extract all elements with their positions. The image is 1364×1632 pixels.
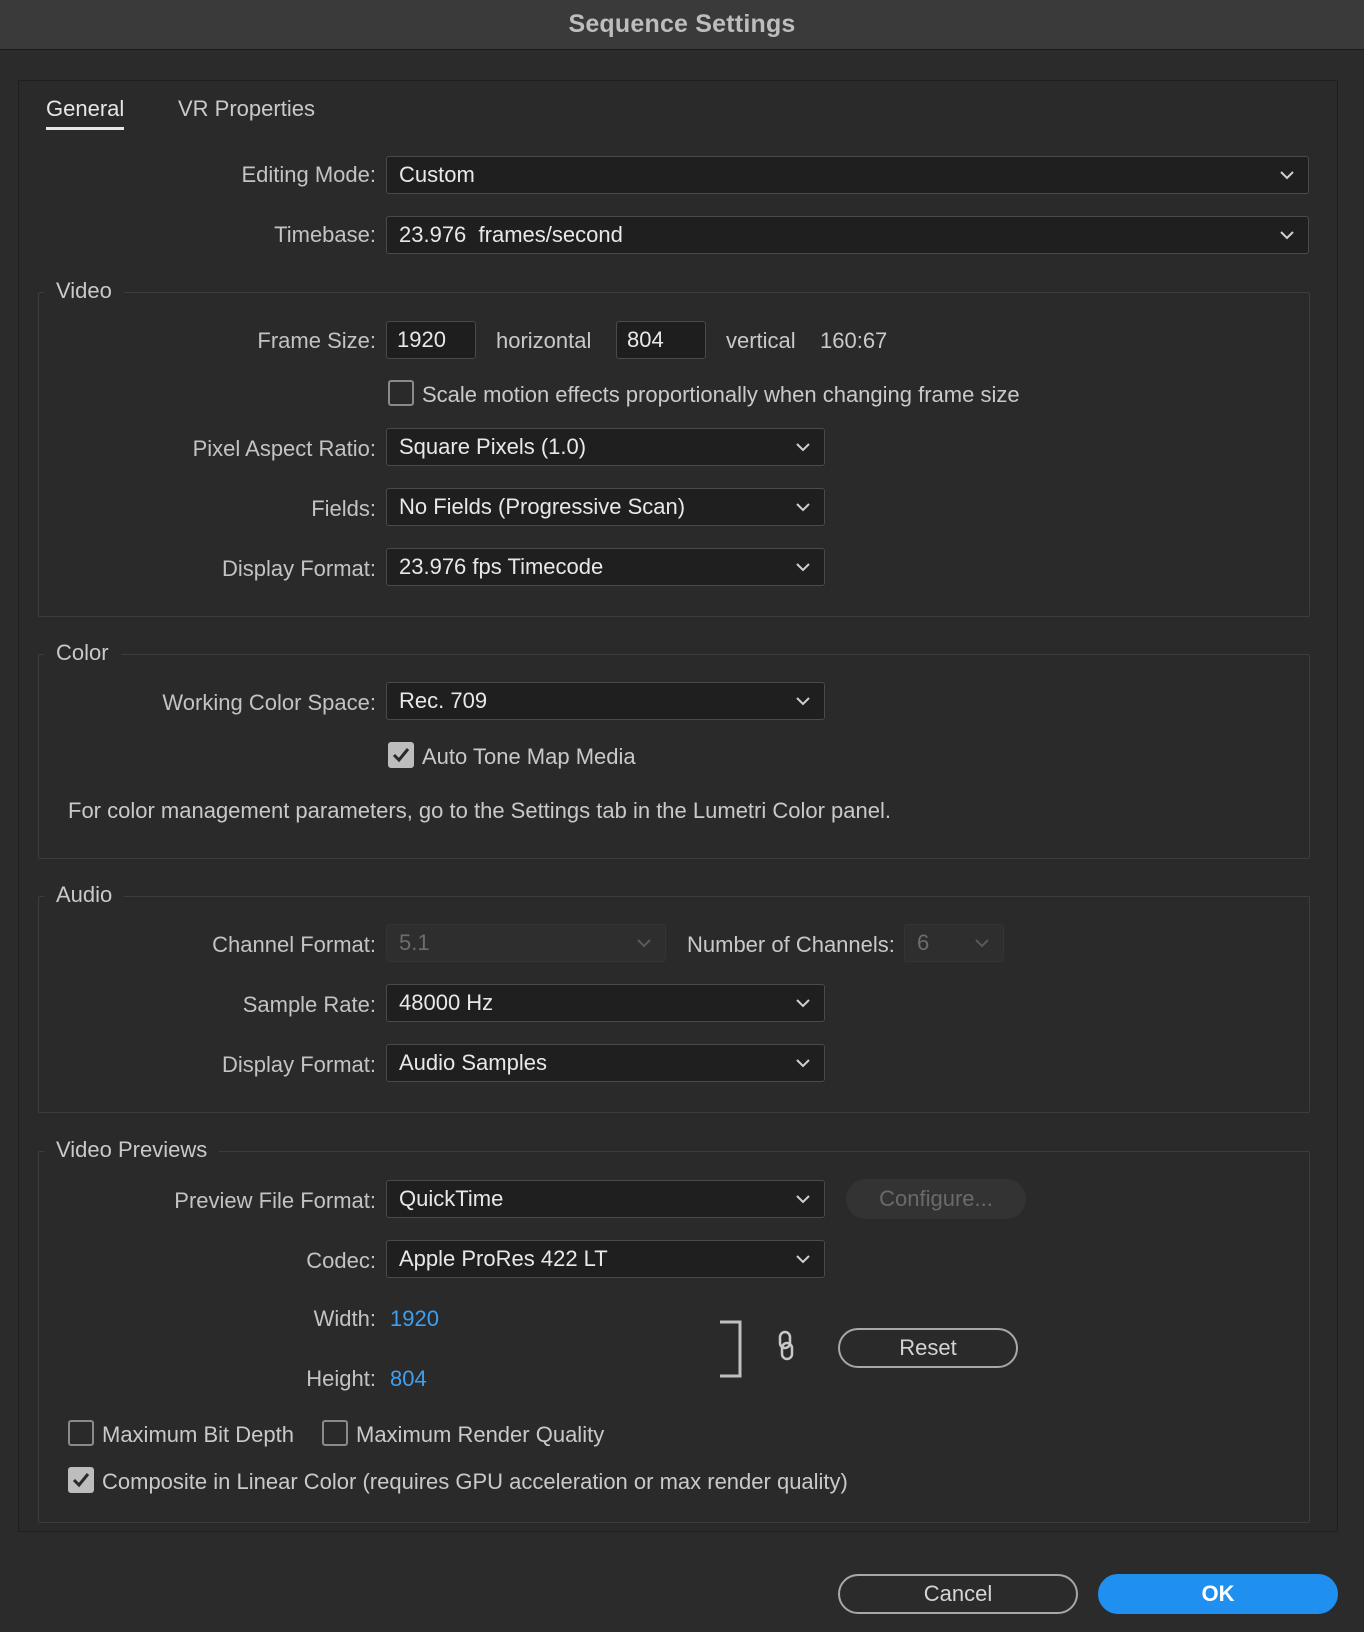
scale-motion-checkbox[interactable] [388,380,414,406]
pixel-aspect-value: Square Pixels (1.0) [399,434,587,459]
codec-value: Apple ProRes 422 LT [399,1246,608,1271]
chevron-down-icon [796,1059,810,1068]
codec-label: Codec: [306,1248,376,1273]
preview-file-format-dropdown[interactable]: QuickTime [386,1180,825,1218]
fields-label: Fields: [311,496,376,521]
horizontal-label: horizontal [496,328,592,353]
audio-display-format-dropdown[interactable]: Audio Samples [386,1044,825,1082]
editing-mode-label: Editing Mode: [241,162,376,187]
fields-value: No Fields (Progressive Scan) [399,494,686,519]
chevron-down-icon [637,939,651,948]
timebase-value: 23.976 frames/second [399,222,623,247]
title-bar: Sequence Settings [0,0,1364,50]
timebase-label: Timebase: [274,222,376,247]
aspect-ratio-text: 160:67 [820,328,888,353]
frame-width-input[interactable]: 1920 [386,321,476,359]
auto-tone-map-checkbox[interactable] [388,742,414,768]
frame-size-label: Frame Size: [257,328,376,353]
width-label: Width: [313,1306,376,1331]
fields-dropdown[interactable]: No Fields (Progressive Scan) [386,488,825,526]
max-bit-depth-label: Maximum Bit Depth [102,1422,294,1447]
height-label: Height: [306,1366,376,1391]
preview-width-value[interactable]: 1920 [390,1306,439,1332]
channel-format-dropdown: 5.1 [386,924,666,962]
editing-mode-dropdown[interactable]: Custom [386,156,1309,194]
checkmark-icon [392,748,410,763]
preview-height-value[interactable]: 804 [390,1366,427,1392]
chevron-down-icon [1280,171,1294,180]
window-title: Sequence Settings [568,10,796,38]
chevron-down-icon [796,697,810,706]
video-previews-group-title: Video Previews [44,1137,220,1163]
chevron-down-icon [796,563,810,572]
tab-general[interactable]: General [46,96,124,122]
chevron-down-icon [796,1195,810,1204]
num-channels-label: Number of Channels: [687,932,895,957]
video-display-format-dropdown[interactable]: 23.976 fps Timecode [386,548,825,586]
pixel-aspect-label: Pixel Aspect Ratio: [192,436,376,461]
vertical-label: vertical [726,328,796,353]
sample-rate-label: Sample Rate: [242,992,376,1017]
working-space-value: Rec. 709 [399,688,488,713]
channel-format-value: 5.1 [399,930,430,955]
chain-link-icon[interactable] [776,1330,796,1362]
preview-file-format-value: QuickTime [399,1186,504,1211]
reset-button[interactable]: Reset [838,1328,1018,1368]
sample-rate-dropdown[interactable]: 48000 Hz [386,984,825,1022]
max-render-quality-checkbox[interactable] [322,1420,348,1446]
frame-height-input[interactable]: 804 [616,321,706,359]
audio-display-format-label: Display Format: [221,1052,376,1077]
max-render-quality-label: Maximum Render Quality [356,1422,605,1447]
working-space-dropdown[interactable]: Rec. 709 [386,682,825,720]
chevron-down-icon [796,1255,810,1264]
chevron-down-icon [796,503,810,512]
chevron-down-icon [975,939,989,948]
channel-format-label: Channel Format: [212,932,376,957]
auto-tone-map-label: Auto Tone Map Media [422,744,636,769]
scale-motion-label: Scale motion effects proportionally when… [422,382,1020,407]
ok-button[interactable]: OK [1098,1574,1338,1614]
link-bracket-icon [720,1320,742,1378]
working-space-label: Working Color Space: [162,690,376,715]
chevron-down-icon [1280,231,1294,240]
video-group-title: Video [44,278,124,304]
codec-dropdown[interactable]: Apple ProRes 422 LT [386,1240,825,1278]
video-display-format-label: Display Format: [221,556,376,581]
composite-linear-label: Composite in Linear Color (requires GPU … [102,1469,848,1494]
configure-button: Configure... [846,1179,1026,1219]
color-info-text: For color management parameters, go to t… [68,798,891,823]
tab-vr-properties[interactable]: VR Properties [178,96,315,122]
chevron-down-icon [796,999,810,1008]
checkmark-icon [72,1473,90,1488]
timebase-dropdown[interactable]: 23.976 frames/second [386,216,1309,254]
sample-rate-value: 48000 Hz [399,990,494,1015]
tab-active-indicator [46,127,124,130]
audio-display-format-value: Audio Samples [399,1050,547,1075]
pixel-aspect-dropdown[interactable]: Square Pixels (1.0) [386,428,825,466]
chevron-down-icon [796,443,810,452]
editing-mode-value: Custom [399,162,475,187]
color-group-title: Color [44,640,121,666]
composite-linear-checkbox[interactable] [68,1467,94,1493]
max-bit-depth-checkbox[interactable] [68,1420,94,1446]
video-display-format-value: 23.976 fps Timecode [399,554,604,579]
preview-file-format-label: Preview File Format: [174,1188,376,1213]
cancel-button[interactable]: Cancel [838,1574,1078,1614]
num-channels-dropdown: 6 [904,924,1004,962]
audio-group-title: Audio [44,882,125,908]
num-channels-value: 6 [917,930,930,955]
